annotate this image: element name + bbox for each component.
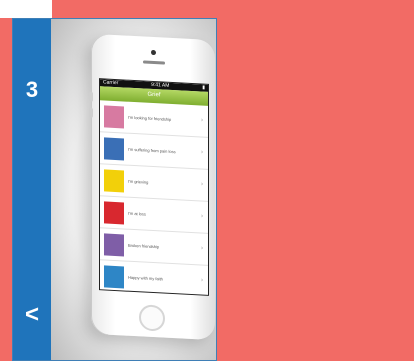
list-item-label: I'm suffering from pain loss bbox=[128, 146, 176, 155]
step-sidebar: 3 < bbox=[13, 19, 51, 360]
hand-icon bbox=[104, 104, 124, 128]
people-icon bbox=[104, 232, 124, 256]
chevron-right-icon: › bbox=[201, 213, 203, 220]
back-button[interactable]: < bbox=[13, 301, 51, 329]
cross-icon bbox=[104, 264, 124, 288]
chevron-right-icon: › bbox=[201, 117, 203, 124]
step-number: 3 bbox=[25, 77, 39, 102]
camera-icon bbox=[151, 49, 156, 56]
speaker-grille bbox=[143, 60, 165, 65]
wheelchair-icon bbox=[104, 136, 124, 160]
volume-down-button bbox=[89, 107, 93, 118]
step-card: 3 < Carrier 9:41 AM ▮ Grief I'm looking … bbox=[12, 18, 217, 361]
heart-icon bbox=[104, 168, 124, 192]
top-white-strip bbox=[0, 0, 52, 18]
phone-screen: Carrier 9:41 AM ▮ Grief I'm looking for … bbox=[99, 78, 209, 296]
app-title: Grief bbox=[147, 91, 161, 99]
volume-up-button bbox=[89, 91, 93, 102]
home-button bbox=[139, 304, 165, 332]
list-item-label: Happy with my faith bbox=[128, 274, 163, 282]
list-item-label: Broken friendship bbox=[128, 242, 160, 250]
list-item-label: I'm looking for friendship bbox=[128, 114, 172, 122]
list-item-label: I'm at loss bbox=[128, 210, 146, 217]
chevron-right-icon: › bbox=[201, 277, 203, 284]
phone-device: Carrier 9:41 AM ▮ Grief I'm looking for … bbox=[89, 33, 215, 341]
chevron-right-icon: › bbox=[201, 149, 203, 156]
chevron-right-icon: › bbox=[201, 245, 203, 252]
phone-photo: Carrier 9:41 AM ▮ Grief I'm looking for … bbox=[51, 19, 216, 360]
head-icon bbox=[104, 200, 124, 224]
list-item[interactable]: Happy with my faith › bbox=[100, 260, 208, 296]
chevron-right-icon: › bbox=[201, 181, 203, 188]
list-item-label: I'm grieving bbox=[128, 178, 149, 185]
